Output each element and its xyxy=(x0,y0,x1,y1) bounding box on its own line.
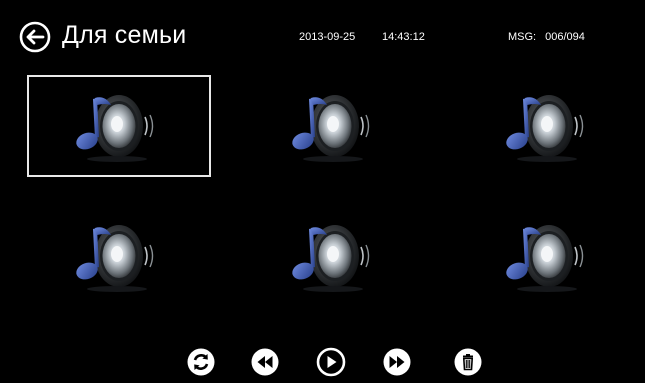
message-tile-1[interactable] xyxy=(27,75,211,177)
audio-message-icon xyxy=(491,221,591,293)
message-tile-5[interactable] xyxy=(243,205,427,307)
delete-button[interactable] xyxy=(453,347,483,377)
message-grid xyxy=(0,0,645,340)
message-tile-3[interactable] xyxy=(457,75,641,177)
rewind-button[interactable] xyxy=(250,347,280,377)
play-icon xyxy=(316,347,346,377)
rewind-icon xyxy=(251,348,279,376)
audio-message-icon xyxy=(61,221,161,293)
refresh-button[interactable] xyxy=(186,347,216,377)
playback-controls xyxy=(0,340,645,383)
message-tile-6[interactable] xyxy=(457,205,641,307)
play-button[interactable] xyxy=(316,347,346,377)
audio-message-icon xyxy=(491,91,591,163)
trash-icon xyxy=(454,348,482,376)
audio-message-icon xyxy=(277,221,377,293)
audio-message-icon xyxy=(61,91,161,163)
message-tile-4[interactable] xyxy=(27,205,211,307)
message-tile-2[interactable] xyxy=(243,75,427,177)
fast-forward-icon xyxy=(383,348,411,376)
refresh-icon xyxy=(187,348,215,376)
fast-forward-button[interactable] xyxy=(382,347,412,377)
audio-message-icon xyxy=(277,91,377,163)
